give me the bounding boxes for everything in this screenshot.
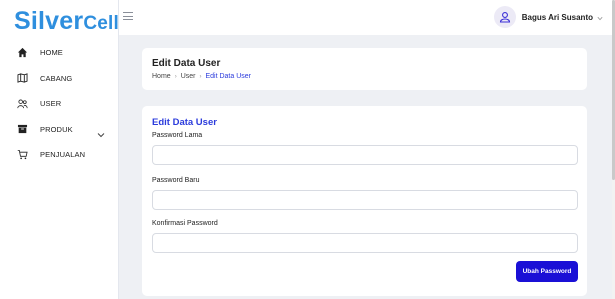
password-baru-input[interactable] [152, 190, 578, 210]
form-title: Edit Data User [152, 117, 217, 128]
ubah-password-button[interactable]: Ubah Password [516, 261, 578, 282]
sidebar-item-user[interactable]: USER [0, 91, 119, 117]
logo-text-silver: Silver [14, 7, 84, 35]
sidebar-item-produk[interactable]: PRODUK [0, 117, 119, 143]
chevron-right-icon: › [174, 73, 177, 80]
sidebar-nav: HOME CABANG USER PRODUK PENJUALAN [0, 40, 119, 168]
cart-icon [16, 149, 28, 161]
sidebar-item-penjualan[interactable]: PENJUALAN [0, 142, 119, 168]
breadcrumb-current: Edit Data User [205, 73, 251, 80]
sidebar-item-label: PENJUALAN [40, 150, 86, 160]
breadcrumb-home[interactable]: Home [152, 73, 171, 80]
main-content: Edit Data User Home › User › Edit Data U… [119, 35, 615, 299]
box-icon [16, 123, 28, 135]
password-lama-label: Password Lama [152, 132, 203, 139]
user-menu[interactable]: Bagus Ari Susanto [493, 6, 603, 28]
avatar [493, 6, 516, 28]
sidebar-item-cabang[interactable]: CABANG [0, 66, 119, 92]
chevron-down-icon [597, 8, 603, 26]
konfirmasi-password-label: Konfirmasi Password [152, 220, 218, 227]
chevron-down-icon[interactable] [97, 125, 105, 143]
sidebar: SilverCell HOME CABANG USER PRODUK PENJU… [0, 0, 119, 299]
password-baru-label: Password Baru [152, 177, 200, 184]
map-icon [16, 72, 28, 84]
chevron-right-icon: › [199, 73, 202, 80]
sidebar-item-label: CABANG [40, 73, 73, 83]
topbar: Bagus Ari Susanto [119, 0, 615, 35]
app-logo[interactable]: SilverCell [14, 7, 119, 38]
sidebar-item-label: USER [40, 99, 62, 109]
home-icon [16, 47, 28, 59]
user-name: Bagus Ari Susanto [521, 12, 593, 22]
menu-toggle-icon[interactable] [123, 12, 133, 20]
sidebar-item-home[interactable]: HOME [0, 40, 119, 66]
logo-text-cell: Cell [83, 13, 119, 34]
breadcrumb: Home › User › Edit Data User [152, 73, 251, 80]
page-title: Edit Data User [152, 58, 221, 69]
user-icon [499, 12, 510, 23]
edit-user-form-card: Edit Data User Password Lama Password Ba… [142, 106, 587, 296]
password-lama-input[interactable] [152, 145, 578, 165]
breadcrumb-user[interactable]: User [181, 73, 196, 80]
sidebar-item-label: HOME [40, 48, 63, 58]
konfirmasi-password-input[interactable] [152, 233, 578, 253]
sidebar-item-label: PRODUK [40, 124, 73, 134]
users-icon [16, 98, 28, 110]
page-header-card: Edit Data User Home › User › Edit Data U… [142, 48, 587, 90]
